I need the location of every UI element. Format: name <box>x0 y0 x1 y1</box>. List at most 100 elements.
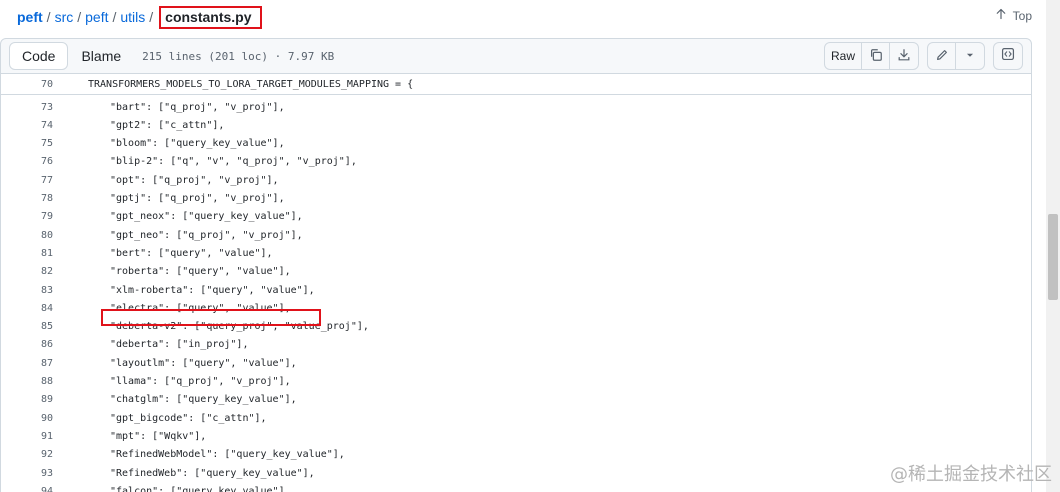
line-number[interactable]: 76 <box>1 156 53 167</box>
code-line-text: "gpt2": ["c_attn"], <box>110 119 225 131</box>
code-line-text: "blip-2": ["q", "v", "q_proj", "v_proj"]… <box>110 156 357 168</box>
code-line-text: "bert": ["query", "value"], <box>110 247 273 259</box>
line-number[interactable]: 83 <box>1 285 53 296</box>
raw-button[interactable]: Raw <box>825 43 862 69</box>
line-number[interactable]: 86 <box>1 339 53 350</box>
line-number[interactable]: 75 <box>1 138 53 149</box>
code-line-text: "electra": ["query", "value"], <box>110 302 291 314</box>
code-line: 80 "gpt_neo": ["q_proj", "v_proj"], <box>1 226 1031 244</box>
line-number[interactable]: 74 <box>1 120 53 131</box>
code-line: 76 "blip-2": ["q", "v", "q_proj", "v_proj… <box>1 153 1031 171</box>
code-line-text: "RefinedWebModel": ["query_key_value"], <box>110 449 345 461</box>
copy-icon <box>869 48 883 65</box>
code-line: 91 "mpt": ["Wqkv"], <box>1 427 1031 445</box>
line-number[interactable]: 92 <box>1 449 53 460</box>
code-line: 75 "bloom": ["query_key_value"], <box>1 135 1031 153</box>
raw-copy-download-group: Raw <box>823 42 919 70</box>
code-line-text: "gpt_bigcode": ["c_attn"], <box>110 412 267 424</box>
edit-dropdown-button[interactable] <box>956 43 984 69</box>
line-number[interactable]: 84 <box>1 303 53 314</box>
line-number[interactable]: 77 <box>1 175 53 186</box>
file-header: Code Blame 215 lines (201 loc) · 7.97 KB… <box>0 38 1032 74</box>
page-scrollbar[interactable] <box>1046 0 1060 492</box>
code-line-text: "gpt_neox": ["query_key_value"], <box>110 211 303 223</box>
breadcrumb-src-link[interactable]: src <box>55 9 74 25</box>
line-number[interactable]: 82 <box>1 266 53 277</box>
code-line: 94 "falcon": ["query_key_value"], <box>1 482 1031 492</box>
code-line-text: "bart": ["q_proj", "v_proj"], <box>110 101 285 113</box>
code-line-text: "mpt": ["Wqkv"], <box>110 430 207 442</box>
blame-tab[interactable]: Blame <box>68 42 134 70</box>
breadcrumb-separator: / <box>46 9 51 25</box>
edit-button[interactable] <box>928 43 956 69</box>
edit-group <box>927 42 985 70</box>
breadcrumb-current-file: constants.py <box>159 5 262 29</box>
file-meta: 215 lines (201 loc) · 7.97 KB <box>142 49 335 63</box>
code-line-text: "gpt_neo": ["q_proj", "v_proj"], <box>110 229 303 241</box>
line-number[interactable]: 87 <box>1 358 53 369</box>
line-number[interactable]: 80 <box>1 230 53 241</box>
code-line-text: "chatglm": ["query_key_value"], <box>110 394 297 406</box>
top-label: Top <box>1012 8 1032 23</box>
line-number[interactable]: 78 <box>1 193 53 204</box>
breadcrumb-separator: / <box>149 9 154 25</box>
line-number[interactable]: 81 <box>1 248 53 259</box>
code-line-text: "falcon": ["query_key_value"], <box>110 485 291 492</box>
code-line: 83 "xlm-roberta": ["query", "value"], <box>1 281 1031 299</box>
code-line-text: "deberta-v2": ["query_proj", "value_proj… <box>110 321 369 333</box>
line-number[interactable]: 85 <box>1 321 53 332</box>
file-toolbar: Raw <box>823 42 1023 70</box>
line-number[interactable]: 73 <box>1 102 53 113</box>
breadcrumb: peft / src / peft / utils / constants.py <box>0 5 262 29</box>
copy-button[interactable] <box>862 43 890 69</box>
code-view: 70 TRANSFORMERS_MODELS_TO_LORA_TARGET_MO… <box>0 74 1032 492</box>
sticky-code-line: 70 TRANSFORMERS_MODELS_TO_LORA_TARGET_MO… <box>1 74 1031 95</box>
code-square-icon <box>1001 47 1015 66</box>
scrollbar-thumb[interactable] <box>1048 214 1058 300</box>
code-line: 92 "RefinedWebModel": ["query_key_value"]… <box>1 446 1031 464</box>
symbols-button[interactable] <box>993 42 1023 70</box>
code-line-text: "deberta": ["in_proj"], <box>110 339 249 351</box>
line-number[interactable]: 90 <box>1 413 53 424</box>
page: peft / src / peft / utils / constants.py… <box>0 0 1060 492</box>
download-button[interactable] <box>890 43 918 69</box>
line-number[interactable]: 89 <box>1 394 53 405</box>
pencil-icon <box>935 48 949 65</box>
line-number[interactable]: 93 <box>1 468 53 479</box>
triangle-down-icon <box>963 48 977 65</box>
view-toggle: Code Blame <box>9 42 134 70</box>
code-line-text: "gptj": ["q_proj", "v_proj"], <box>110 193 285 204</box>
line-number[interactable]: 88 <box>1 376 53 387</box>
code-line: 89 "chatglm": ["query_key_value"], <box>1 391 1031 409</box>
line-number[interactable]: 70 <box>1 79 53 90</box>
code-line: 81 "bert": ["query", "value"], <box>1 244 1031 262</box>
line-number[interactable]: 79 <box>1 211 53 222</box>
code-line-text: "opt": ["q_proj", "v_proj"], <box>110 174 279 186</box>
top-button[interactable]: Top <box>995 8 1032 23</box>
breadcrumb-separator: / <box>112 9 117 25</box>
code-line: 82 "roberta": ["query", "value"], <box>1 263 1031 281</box>
breadcrumb-utils-link[interactable]: utils <box>120 9 145 25</box>
code-line: 86 "deberta": ["in_proj"], <box>1 336 1031 354</box>
code-line-text: "layoutlm": ["query", "value"], <box>110 357 297 369</box>
code-line: 79 "gpt_neox": ["query_key_value"], <box>1 208 1031 226</box>
code-line-text: "roberta": ["query", "value"], <box>110 266 291 278</box>
code-line: 78 "gptj": ["q_proj", "v_proj"], <box>1 190 1031 208</box>
breadcrumb-repo-link[interactable]: peft <box>17 9 43 25</box>
code-line: 85 "deberta-v2": ["query_proj", "value_pr… <box>1 318 1031 336</box>
download-icon <box>897 48 911 65</box>
breadcrumb-separator: / <box>77 9 82 25</box>
code-line: 87 "layoutlm": ["query", "value"], <box>1 354 1031 372</box>
arrow-up-icon <box>995 8 1007 23</box>
code-line: 73 "bart": ["q_proj", "v_proj"], <box>1 98 1031 116</box>
line-number[interactable]: 94 <box>1 486 53 492</box>
code-line-text: "RefinedWeb": ["query_key_value"], <box>110 467 315 479</box>
code-line: 90 "gpt_bigcode": ["c_attn"], <box>1 409 1031 427</box>
line-number[interactable]: 91 <box>1 431 53 442</box>
code-line: 74 "gpt2": ["c_attn"], <box>1 116 1031 134</box>
code-tab[interactable]: Code <box>9 42 69 70</box>
code-line-text: "xlm-roberta": ["query", "value"], <box>110 284 315 296</box>
code-line: 77 "opt": ["q_proj", "v_proj"], <box>1 171 1031 189</box>
code-line-text: "llama": ["q_proj", "v_proj"], <box>110 376 291 387</box>
breadcrumb-peft-link[interactable]: peft <box>85 9 108 25</box>
